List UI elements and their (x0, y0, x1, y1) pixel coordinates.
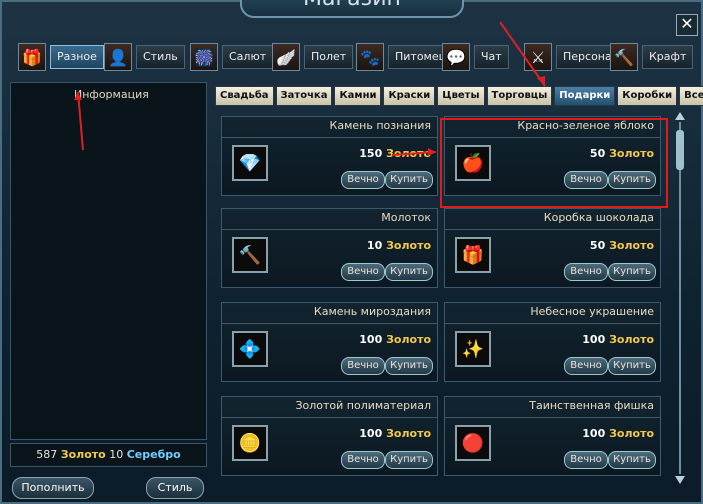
category-misc[interactable]: 🎁 Разное (18, 42, 104, 72)
gold-label: Золото (60, 448, 106, 461)
scroll-thumb (676, 130, 684, 170)
item-card: Камень познания 💎 150 Золото Вечно Купит… (221, 116, 438, 196)
crystal-icon: 💠 (232, 331, 268, 367)
duration-button[interactable]: Вечно (564, 357, 608, 375)
gift-icon: 🎁 (18, 43, 46, 71)
firework-icon: 🎆 (190, 43, 218, 71)
item-price: 100 Золото (359, 333, 431, 346)
subcategory-tabs: Свадьба Заточка Камни Краски Цветы Торго… (215, 86, 703, 106)
red-gem-icon: 💎 (232, 145, 268, 181)
item-card: Коробка шоколада 🎁 50 Золото Вечно Купит… (444, 208, 661, 288)
chocolate-box-icon: 🎁 (455, 237, 491, 273)
category-style[interactable]: 👤 Стиль (104, 42, 185, 72)
category-label: Разное (50, 45, 104, 69)
character-icon: ⚔ (524, 43, 552, 71)
buy-button[interactable]: Купить (385, 451, 433, 469)
scrollbar[interactable] (673, 110, 687, 486)
duration-button[interactable]: Вечно (341, 357, 385, 375)
buy-button[interactable]: Купить (385, 171, 433, 189)
item-name: Небесное украшение (530, 305, 654, 318)
category-pet[interactable]: 🐾 Питомец (356, 42, 454, 72)
item-name: Камень мироздания (313, 305, 431, 318)
tab-boxes[interactable]: Коробки (617, 86, 678, 106)
wing-icon: 🪽 (272, 43, 300, 71)
item-card: Камень мироздания 💠 100 Золото Вечно Куп… (221, 302, 438, 382)
topup-button[interactable]: Пополнить (12, 477, 94, 499)
tab-stones[interactable]: Камни (334, 86, 382, 106)
category-label: Салют (222, 45, 274, 69)
category-label: Крафт (642, 45, 694, 69)
item-card: Небесное украшение ✨ 100 Золото Вечно Ку… (444, 302, 661, 382)
duration-button[interactable]: Вечно (341, 263, 385, 281)
tab-all[interactable]: Все (679, 86, 703, 106)
item-price: 10 Золото (366, 239, 431, 252)
pet-icon: 🐾 (356, 43, 384, 71)
category-label: Чат (474, 45, 509, 69)
style-button[interactable]: Стиль (146, 477, 204, 499)
tab-flowers[interactable]: Цветы (437, 86, 485, 106)
item-name: Молоток (381, 211, 431, 224)
item-price: 100 Золото (582, 427, 654, 440)
item-name: Камень познания (329, 119, 431, 132)
chat-icon: 💬 (442, 43, 470, 71)
item-price: 100 Золото (359, 427, 431, 440)
buy-button[interactable]: Купить (608, 263, 656, 281)
window-title: Магазин (240, 0, 464, 18)
token-icon: 🔴 (455, 425, 491, 461)
tab-wedding[interactable]: Свадьба (215, 86, 274, 106)
tab-paints[interactable]: Краски (383, 86, 436, 106)
item-card: Таинственная фишка 🔴 100 Золото Вечно Ку… (444, 396, 661, 476)
duration-button[interactable]: Вечно (564, 451, 608, 469)
scroll-down-icon (675, 476, 685, 484)
info-panel (10, 82, 207, 440)
buy-button[interactable]: Купить (608, 451, 656, 469)
duration-button[interactable]: Вечно (341, 451, 385, 469)
tab-traders[interactable]: Торговцы (486, 86, 553, 106)
balance-display: 587 Золото 10 Серебро (10, 443, 207, 467)
category-salute[interactable]: 🎆 Салют (190, 42, 274, 72)
buy-button[interactable]: Купить (385, 357, 433, 375)
category-label: Стиль (136, 45, 185, 69)
info-heading: Информация (74, 88, 149, 101)
category-flight[interactable]: 🪽 Полет (272, 42, 354, 72)
item-name: Таинственная фишка (529, 399, 654, 412)
buy-button[interactable]: Купить (385, 263, 433, 281)
silver-amount: 10 (109, 448, 124, 461)
duration-button[interactable]: Вечно (564, 263, 608, 281)
category-label: Полет (304, 45, 354, 69)
highlight-box (440, 118, 668, 208)
duration-button[interactable]: Вечно (341, 171, 385, 189)
close-button[interactable]: ✕ (676, 14, 698, 36)
category-craft[interactable]: 🔨 Крафт (610, 42, 694, 72)
gold-ore-icon: 🪙 (232, 425, 268, 461)
item-name: Золотой полиматериал (295, 399, 431, 412)
ornament-icon: ✨ (455, 331, 491, 367)
craft-icon: 🔨 (610, 43, 638, 71)
item-price: 100 Золото (582, 333, 654, 346)
item-card: Золотой полиматериал 🪙 100 Золото Вечно … (221, 396, 438, 476)
item-name: Коробка шоколада (543, 211, 654, 224)
tab-gifts[interactable]: Подарки (554, 86, 616, 106)
scroll-up-icon (675, 112, 685, 120)
hammer-icon: 🔨 (232, 237, 268, 273)
item-price: 150 Золото (359, 147, 431, 160)
item-price: 50 Золото (589, 239, 654, 252)
silver-label: Серебро (126, 448, 181, 461)
category-chat[interactable]: 💬 Чат (442, 42, 509, 72)
item-card: Молоток 🔨 10 Золото Вечно Купить (221, 208, 438, 288)
tab-enchant[interactable]: Заточка (275, 86, 333, 106)
costume-icon: 👤 (104, 43, 132, 71)
buy-button[interactable]: Купить (608, 357, 656, 375)
gold-amount: 587 (36, 448, 58, 461)
